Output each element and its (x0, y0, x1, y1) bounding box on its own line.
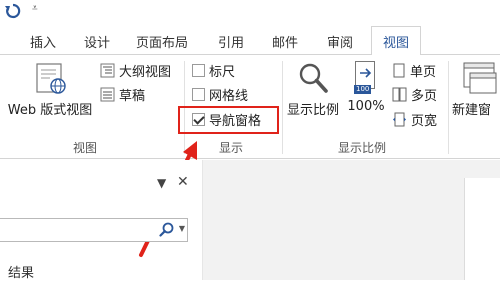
results-tab[interactable]: 结果 (8, 262, 34, 281)
navigation-search-box[interactable]: ▼ (0, 218, 188, 242)
document-page[interactable] (464, 178, 500, 280)
search-options-dropdown[interactable]: ▼ (179, 224, 185, 233)
search-icon[interactable] (159, 222, 175, 241)
document-area (203, 160, 500, 280)
close-icon[interactable]: ✕ (177, 174, 189, 190)
navigation-pane-header (0, 160, 200, 218)
pane-options-dropdown[interactable]: ▼ (157, 176, 166, 190)
navigation-search-input[interactable] (5, 220, 155, 240)
